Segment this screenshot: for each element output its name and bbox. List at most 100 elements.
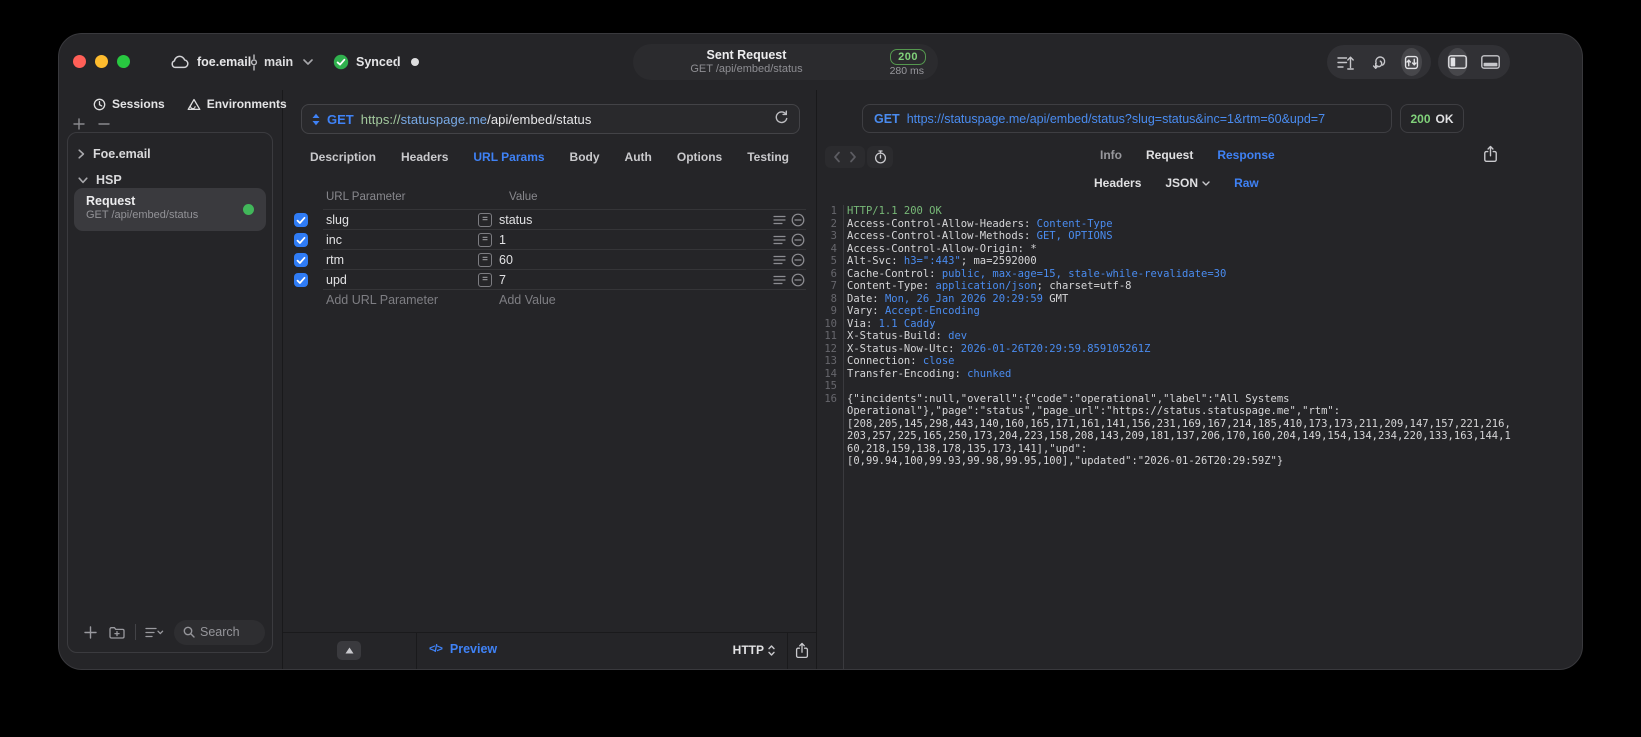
request-url-bar[interactable]: GET https://statuspage.me/api/embed/stat… <box>301 104 800 134</box>
tab-url-params[interactable]: URL Params <box>473 150 544 164</box>
remove-param-icon[interactable] <box>791 273 805 287</box>
response-raw-view[interactable]: 1 HTTP/1.1 200 OK 2 Access-Control-Allow-He… <box>818 205 1582 669</box>
desktop-background: foe.email main Synced Sent Request GET /… <box>0 0 1641 737</box>
param-name[interactable]: slug <box>326 213 349 227</box>
param-row: inc = 1 <box>283 230 816 250</box>
remove-param-icon[interactable] <box>791 233 805 247</box>
param-name[interactable]: upd <box>326 273 347 287</box>
param-value[interactable]: 60 <box>499 253 513 267</box>
param-value[interactable]: status <box>499 213 532 227</box>
request-url[interactable]: https://statuspage.me/api/embed/status <box>361 112 767 127</box>
tab-headers[interactable]: Headers <box>401 150 448 164</box>
footer-divider <box>416 633 417 669</box>
param-name[interactable]: rtm <box>326 253 344 267</box>
code-line: 5 Alt-Svc: h3=":443"; ma=2592000 <box>818 255 1582 268</box>
tab-auth[interactable]: Auth <box>625 150 652 164</box>
param-checkbox[interactable] <box>294 273 308 287</box>
tab-testing[interactable]: Testing <box>747 150 789 164</box>
param-checkbox[interactable] <box>294 233 308 247</box>
sent-request-url[interactable]: GET https://statuspage.me/api/embed/stat… <box>862 104 1392 133</box>
line-number <box>818 430 843 443</box>
tab-options[interactable]: Options <box>677 150 722 164</box>
sync-status[interactable]: Synced <box>333 52 400 72</box>
tree-group-foe-email[interactable]: Foe.email <box>78 147 151 161</box>
export-response-button[interactable] <box>1483 145 1498 163</box>
sort-filter-icon[interactable] <box>145 627 164 638</box>
add-request-icon[interactable] <box>84 625 97 639</box>
titlebar-divider <box>397 56 398 69</box>
new-folder-icon[interactable] <box>109 626 125 639</box>
active-request-pill[interactable]: Sent Request GET /api/embed/status 200 2… <box>633 44 938 80</box>
collapse-panel-button[interactable] <box>337 641 361 660</box>
tree-group-hsp[interactable]: HSP <box>78 173 122 187</box>
params-header-row: URL Parameter Value <box>283 191 816 210</box>
add-param-value-field[interactable]: Add Value <box>499 293 556 307</box>
line-number: 4 <box>830 242 837 255</box>
param-value[interactable]: 1 <box>499 233 506 247</box>
line-number: 10 <box>824 317 837 330</box>
refresh-icon <box>774 110 789 125</box>
remove-session-icon[interactable] <box>98 118 110 130</box>
tab-request[interactable]: Request <box>1146 148 1193 162</box>
param-options-icon[interactable] <box>773 235 786 245</box>
line-content: Cache-Control: public, max-age=15, stale… <box>847 267 1227 280</box>
code-line: 4 Access-Control-Allow-Origin: * <box>818 243 1582 256</box>
titlebar: foe.email main Synced Sent Request GET /… <box>59 34 1582 90</box>
tab-info[interactable]: Info <box>1100 148 1122 162</box>
param-checkbox[interactable] <box>294 253 308 267</box>
export-changes-button[interactable] <box>1336 48 1357 76</box>
preview-button[interactable]: </> Preview <box>429 642 497 656</box>
method-stepper-icon[interactable] <box>312 113 320 126</box>
param-checkbox[interactable] <box>294 213 308 227</box>
tab-response[interactable]: Response <box>1217 148 1274 162</box>
tab-environments[interactable]: Environments <box>187 97 287 111</box>
code-icon: </> <box>429 643 443 655</box>
status-text: OK <box>1435 111 1454 126</box>
zoom-button[interactable] <box>117 55 130 68</box>
param-options-icon[interactable] <box>773 255 786 265</box>
sidebar-item-request[interactable]: Request GET /api/embed/status <box>74 188 266 231</box>
sync-requests-button[interactable] <box>1401 48 1423 76</box>
pull-changes-button[interactable] <box>1369 48 1390 76</box>
close-button[interactable] <box>73 55 86 68</box>
add-param-name-field[interactable]: Add URL Parameter <box>326 293 438 307</box>
tab-body[interactable]: Body <box>570 150 600 164</box>
minimize-button[interactable] <box>95 55 108 68</box>
share-icon <box>795 642 809 659</box>
request-method[interactable]: GET <box>327 112 354 127</box>
subtab-raw[interactable]: Raw <box>1234 176 1259 190</box>
tab-description[interactable]: Description <box>310 150 376 164</box>
timing-button[interactable] <box>867 146 893 168</box>
back-button[interactable] <box>829 151 845 163</box>
line-content: Vary: Accept-Encoding <box>847 305 980 317</box>
param-options-icon[interactable] <box>773 275 786 285</box>
share-request-button[interactable] <box>795 642 809 662</box>
subtab-json[interactable]: JSON <box>1165 176 1210 190</box>
tab-sessions[interactable]: Sessions <box>93 97 165 111</box>
layout-bottom-button[interactable] <box>1480 48 1501 76</box>
param-options-icon[interactable] <box>773 215 786 225</box>
sidebar: Sessions Environments Foe.email HSP Requ… <box>59 90 287 669</box>
branch-menu[interactable]: main <box>249 52 313 72</box>
param-row: upd = 7 <box>283 270 816 290</box>
add-session-icon[interactable] <box>73 118 85 130</box>
column-header-name: URL Parameter <box>326 191 406 203</box>
protocol-selector[interactable]: HTTP <box>733 643 775 657</box>
layout-sidebar-button[interactable] <box>1447 48 1468 76</box>
param-value[interactable]: 7 <box>499 273 506 287</box>
send-request-button[interactable] <box>774 110 789 128</box>
search-box[interactable] <box>174 619 265 645</box>
subtab-headers[interactable]: Headers <box>1094 176 1141 190</box>
param-name[interactable]: inc <box>326 233 342 247</box>
forward-button[interactable] <box>845 151 861 163</box>
history-clock-icon <box>93 98 106 111</box>
layout-sidebar-icon <box>1448 55 1467 69</box>
line-content: Content-Type: application/json; charset=… <box>847 280 1132 292</box>
response-code-lines: 1 HTTP/1.1 200 OK 2 Access-Control-Allow-He… <box>818 205 1582 468</box>
tab-sessions-label: Sessions <box>112 97 165 111</box>
project-menu[interactable]: foe.email <box>169 52 251 72</box>
line-content: X-Status-Now-Utc: 2026-01-26T20:29:59.85… <box>847 342 1151 355</box>
remove-param-icon[interactable] <box>791 253 805 267</box>
search-input[interactable] <box>200 625 256 639</box>
remove-param-icon[interactable] <box>791 213 805 227</box>
